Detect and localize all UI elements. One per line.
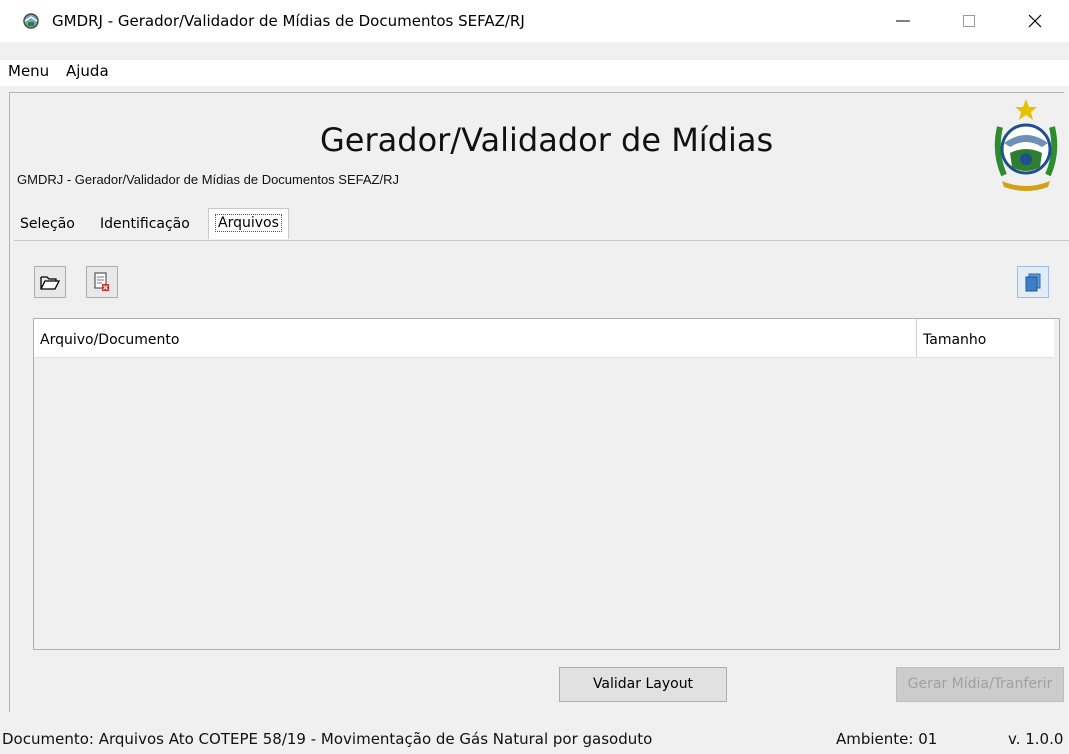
tab-identificacao[interactable]: Identificação xyxy=(94,210,196,238)
remove-file-button[interactable] xyxy=(86,266,118,298)
copy-documents-icon xyxy=(1025,273,1041,292)
close-button[interactable] xyxy=(1012,0,1058,42)
files-table[interactable]: Arquivo/Documento Tamanho xyxy=(33,318,1060,650)
menu-item-menu[interactable]: Menu xyxy=(8,62,49,80)
app-crest-icon xyxy=(23,13,39,29)
title-bar: GMDRJ - Gerador/Validador de Mídias de D… xyxy=(0,0,1069,42)
menu-bar: Menu Ajuda xyxy=(0,60,1069,86)
folder-open-icon xyxy=(40,276,60,290)
tab-arquivos-label: Arquivos xyxy=(215,214,282,232)
close-icon xyxy=(1028,14,1042,28)
window-title: GMDRJ - Gerador/Validador de Mídias de D… xyxy=(52,12,525,30)
menu-item-ajuda[interactable]: Ajuda xyxy=(66,62,109,80)
open-files-button[interactable] xyxy=(34,266,66,298)
tab-arquivos[interactable]: Arquivos xyxy=(208,208,289,239)
rj-state-coat-of-arms-icon xyxy=(994,99,1058,191)
page-title: Gerador/Validador de Mídias xyxy=(320,121,774,159)
minimize-icon xyxy=(896,20,910,22)
table-header: Arquivo/Documento Tamanho xyxy=(34,319,1054,358)
column-header-tamanho[interactable]: Tamanho xyxy=(917,319,1053,357)
gerar-midia-button[interactable]: Gerar Mídia/Tranferir xyxy=(896,667,1064,702)
minimize-button[interactable] xyxy=(880,0,926,42)
status-versao: v. 1.0.0 xyxy=(1008,730,1064,748)
tab-selecao[interactable]: Seleção xyxy=(14,210,81,238)
maximize-icon xyxy=(963,15,975,27)
validar-layout-button[interactable]: Validar Layout xyxy=(559,667,727,702)
maximize-button[interactable] xyxy=(946,0,992,42)
status-ambiente: Ambiente: 01 xyxy=(836,730,938,748)
frame-divider xyxy=(9,92,1064,93)
delete-file-icon xyxy=(94,272,109,291)
column-header-arquivo[interactable]: Arquivo/Documento xyxy=(34,319,917,357)
frame-left-border xyxy=(9,92,10,712)
copy-documents-button[interactable] xyxy=(1017,266,1049,298)
status-documento: Documento: Arquivos Ato COTEPE 58/19 - M… xyxy=(2,730,653,748)
page-subtitle: GMDRJ - Gerador/Validador de Mídias de D… xyxy=(17,172,399,187)
